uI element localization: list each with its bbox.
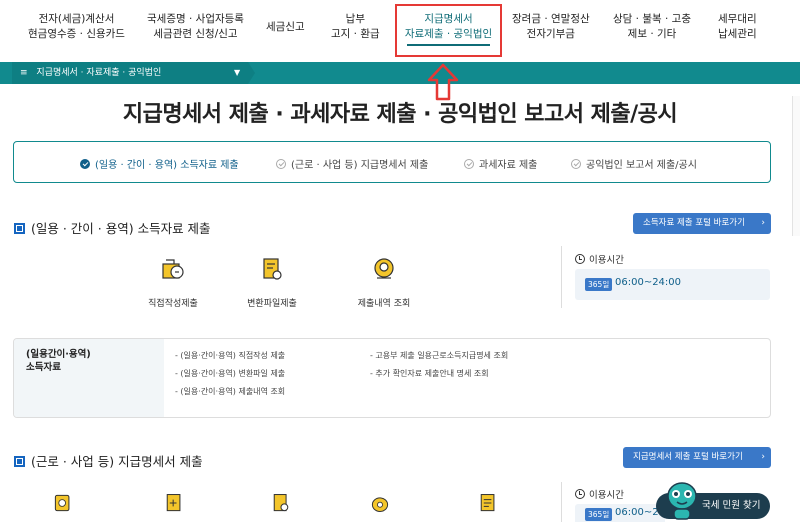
divider: [561, 482, 562, 522]
nav-item-line2: 세금관련 신청/신고: [153, 28, 238, 40]
nav-item-line1: 전자(세금)계산서: [38, 13, 115, 25]
service-direct-submit[interactable]: 직접작성제출: [140, 256, 206, 309]
chatbot-mascot-icon: [667, 482, 697, 520]
info-link[interactable]: - (일용·간이·용역) 직접작성 제출: [175, 350, 285, 361]
usage-time-label: 이용시간: [589, 255, 624, 266]
info-link[interactable]: - 추가 확인자료 제출안내 명세 조회: [370, 368, 489, 379]
section-square-icon: [14, 223, 25, 234]
top-navigation: 전자(세금)계산서 현금영수증 · 신용카드 국세증명 · 사업자등록 세금관련…: [0, 0, 800, 62]
nav-item-line2: 전자기부금: [526, 28, 575, 40]
usage-time-box: 365일 06:00~24:00: [575, 504, 681, 522]
nav-item-line2: 제보 · 기타: [627, 28, 677, 40]
info-link[interactable]: - (일용·간이·용역) 제출내역 조회: [175, 386, 285, 397]
statement-portal-button[interactable]: 지급명세서 제출 포털 바로가기 ›: [623, 447, 771, 468]
portal-button-label: 지급명세서 제출 포털 바로가기: [633, 452, 743, 462]
nav-item-line2: 고지 · 환급: [331, 28, 380, 40]
nav-item-line2: 자료제출 · 공익법인: [404, 28, 493, 40]
document-search-icon[interactable]: [270, 492, 292, 514]
scroll-edge: [792, 96, 800, 236]
chevron-right-icon: ›: [761, 218, 765, 228]
nav-item-line1: 세금신고: [266, 21, 305, 33]
breadcrumb[interactable]: ≡ 지급명세서 · 자료제출 · 공익법인 ▼: [12, 62, 255, 84]
nav-item-line1: 납부: [345, 13, 365, 25]
pen-document-icon: [162, 259, 184, 279]
check-circle-icon: [571, 159, 581, 169]
nav-item-line1: 지급명세서: [424, 13, 473, 25]
service-file-submit[interactable]: 변환파일제출: [239, 256, 305, 309]
info-category-line2: 소득자료: [26, 362, 61, 373]
usage-time-title: 이용시간: [575, 487, 624, 501]
check-circle-icon: [276, 159, 286, 169]
breadcrumb-label: 지급명세서 · 자료제출 · 공익법인: [36, 68, 162, 78]
service-label: 변환파일제출: [247, 299, 297, 309]
nav-item-line1: 장려금 · 연말정산: [512, 13, 590, 25]
won-scroll-icon[interactable]: [52, 492, 74, 514]
tab-tax-data[interactable]: 과세자료 제출: [464, 156, 537, 171]
365-badge: 365일: [585, 278, 613, 291]
nav-item-tax-agent[interactable]: 세무대리 납세관리: [718, 12, 757, 42]
info-category: (일용간이·용역) 소득자료: [14, 339, 164, 417]
clock-icon: [575, 489, 585, 499]
section-title: (일용 · 간이 · 용역) 소득자료 제출: [14, 218, 211, 237]
document-list-icon[interactable]: [477, 492, 499, 514]
nav-item-consultation[interactable]: 상담 · 불복 · 고충 제보 · 기타: [613, 12, 691, 42]
nav-item-line1: 세무대리: [718, 13, 757, 25]
section-square-icon: [14, 456, 25, 467]
file-convert-icon: [263, 258, 282, 280]
search-history-icon: [374, 258, 394, 279]
usage-time-label: 이용시간: [589, 490, 624, 501]
nav-item-payment-statement-active[interactable]: 지급명세서 자료제출 · 공익법인: [395, 4, 502, 57]
service-label: 직접작성제출: [148, 299, 198, 309]
info-link[interactable]: - 고용부 제출 일용근로소득지급명세 조회: [370, 350, 508, 361]
tab-payment-statement[interactable]: (근로 · 사업 등) 지급명세서 제출: [276, 156, 428, 171]
nav-item-e-invoice[interactable]: 전자(세금)계산서 현금영수증 · 신용카드: [28, 12, 125, 42]
active-underline: [407, 44, 490, 46]
money-bag-icon[interactable]: [369, 492, 391, 514]
chevron-down-icon: ▼: [234, 68, 241, 77]
nav-item-line2: 납세관리: [718, 28, 757, 40]
nav-item-line1: 상담 · 불복 · 고충: [613, 13, 691, 25]
check-circle-icon: [464, 159, 474, 169]
income-portal-button[interactable]: 소득자료 제출 포털 바로가기 ›: [633, 213, 771, 234]
menu-icon: ≡: [20, 68, 28, 78]
chatbot-label: 국세 민원 찾기: [702, 500, 761, 511]
section-title-text: (근로 · 사업 등) 지급명세서 제출: [31, 454, 203, 469]
nav-item-tax-return[interactable]: 세금신고: [266, 20, 305, 35]
service-label: 제출내역 조회: [357, 299, 411, 309]
nav-item-payment[interactable]: 납부 고지 · 환급: [331, 12, 380, 42]
365-badge: 365일: [585, 508, 613, 521]
tab-label: (일용 · 간이 · 용역) 소득자료 제출: [95, 160, 239, 171]
nav-item-incentives[interactable]: 장려금 · 연말정산 전자기부금: [512, 12, 590, 42]
chevron-right-icon: ›: [761, 452, 765, 462]
usage-time-value: 06:00~24:00: [615, 277, 682, 288]
tab-label: 과세자료 제출: [479, 160, 538, 171]
tab-label: (근로 · 사업 등) 지급명세서 제출: [291, 160, 429, 171]
tab-public-interest[interactable]: 공익법인 보고서 제출/공시: [571, 156, 697, 171]
section-title: (근로 · 사업 등) 지급명세서 제출: [14, 451, 203, 470]
document-plus-icon[interactable]: [163, 492, 185, 514]
tab-label: 공익법인 보고서 제출/공시: [586, 160, 697, 171]
check-circle-icon: [80, 159, 90, 169]
info-box: (일용간이·용역) 소득자료 - (일용·간이·용역) 직접작성 제출 - (일…: [13, 338, 771, 418]
usage-time-title: 이용시간: [575, 252, 624, 266]
tab-daily-income[interactable]: (일용 · 간이 · 용역) 소득자료 제출: [80, 156, 239, 171]
nav-item-line1: 국세증명 · 사업자등록: [147, 13, 244, 25]
tab-bar: (일용 · 간이 · 용역) 소득자료 제출 (근로 · 사업 등) 지급명세서…: [13, 141, 771, 183]
clock-icon: [575, 254, 585, 264]
nav-item-certificates[interactable]: 국세증명 · 사업자등록 세금관련 신청/신고: [147, 12, 244, 42]
usage-time-box: 365일 06:00~24:00: [575, 269, 770, 300]
nav-item-line2: 현금영수증 · 신용카드: [28, 28, 125, 40]
info-link[interactable]: - (일용·간이·용역) 변환파일 제출: [175, 368, 285, 379]
info-category-line1: (일용간이·용역): [26, 349, 91, 360]
divider: [561, 246, 562, 308]
section-title-text: (일용 · 간이 · 용역) 소득자료 제출: [31, 221, 211, 236]
service-history[interactable]: 제출내역 조회: [346, 256, 422, 309]
portal-button-label: 소득자료 제출 포털 바로가기: [643, 218, 745, 228]
page-title: 지급명세서 제출 · 과세자료 제출 · 공익법인 보고서 제출/공시: [122, 102, 678, 127]
